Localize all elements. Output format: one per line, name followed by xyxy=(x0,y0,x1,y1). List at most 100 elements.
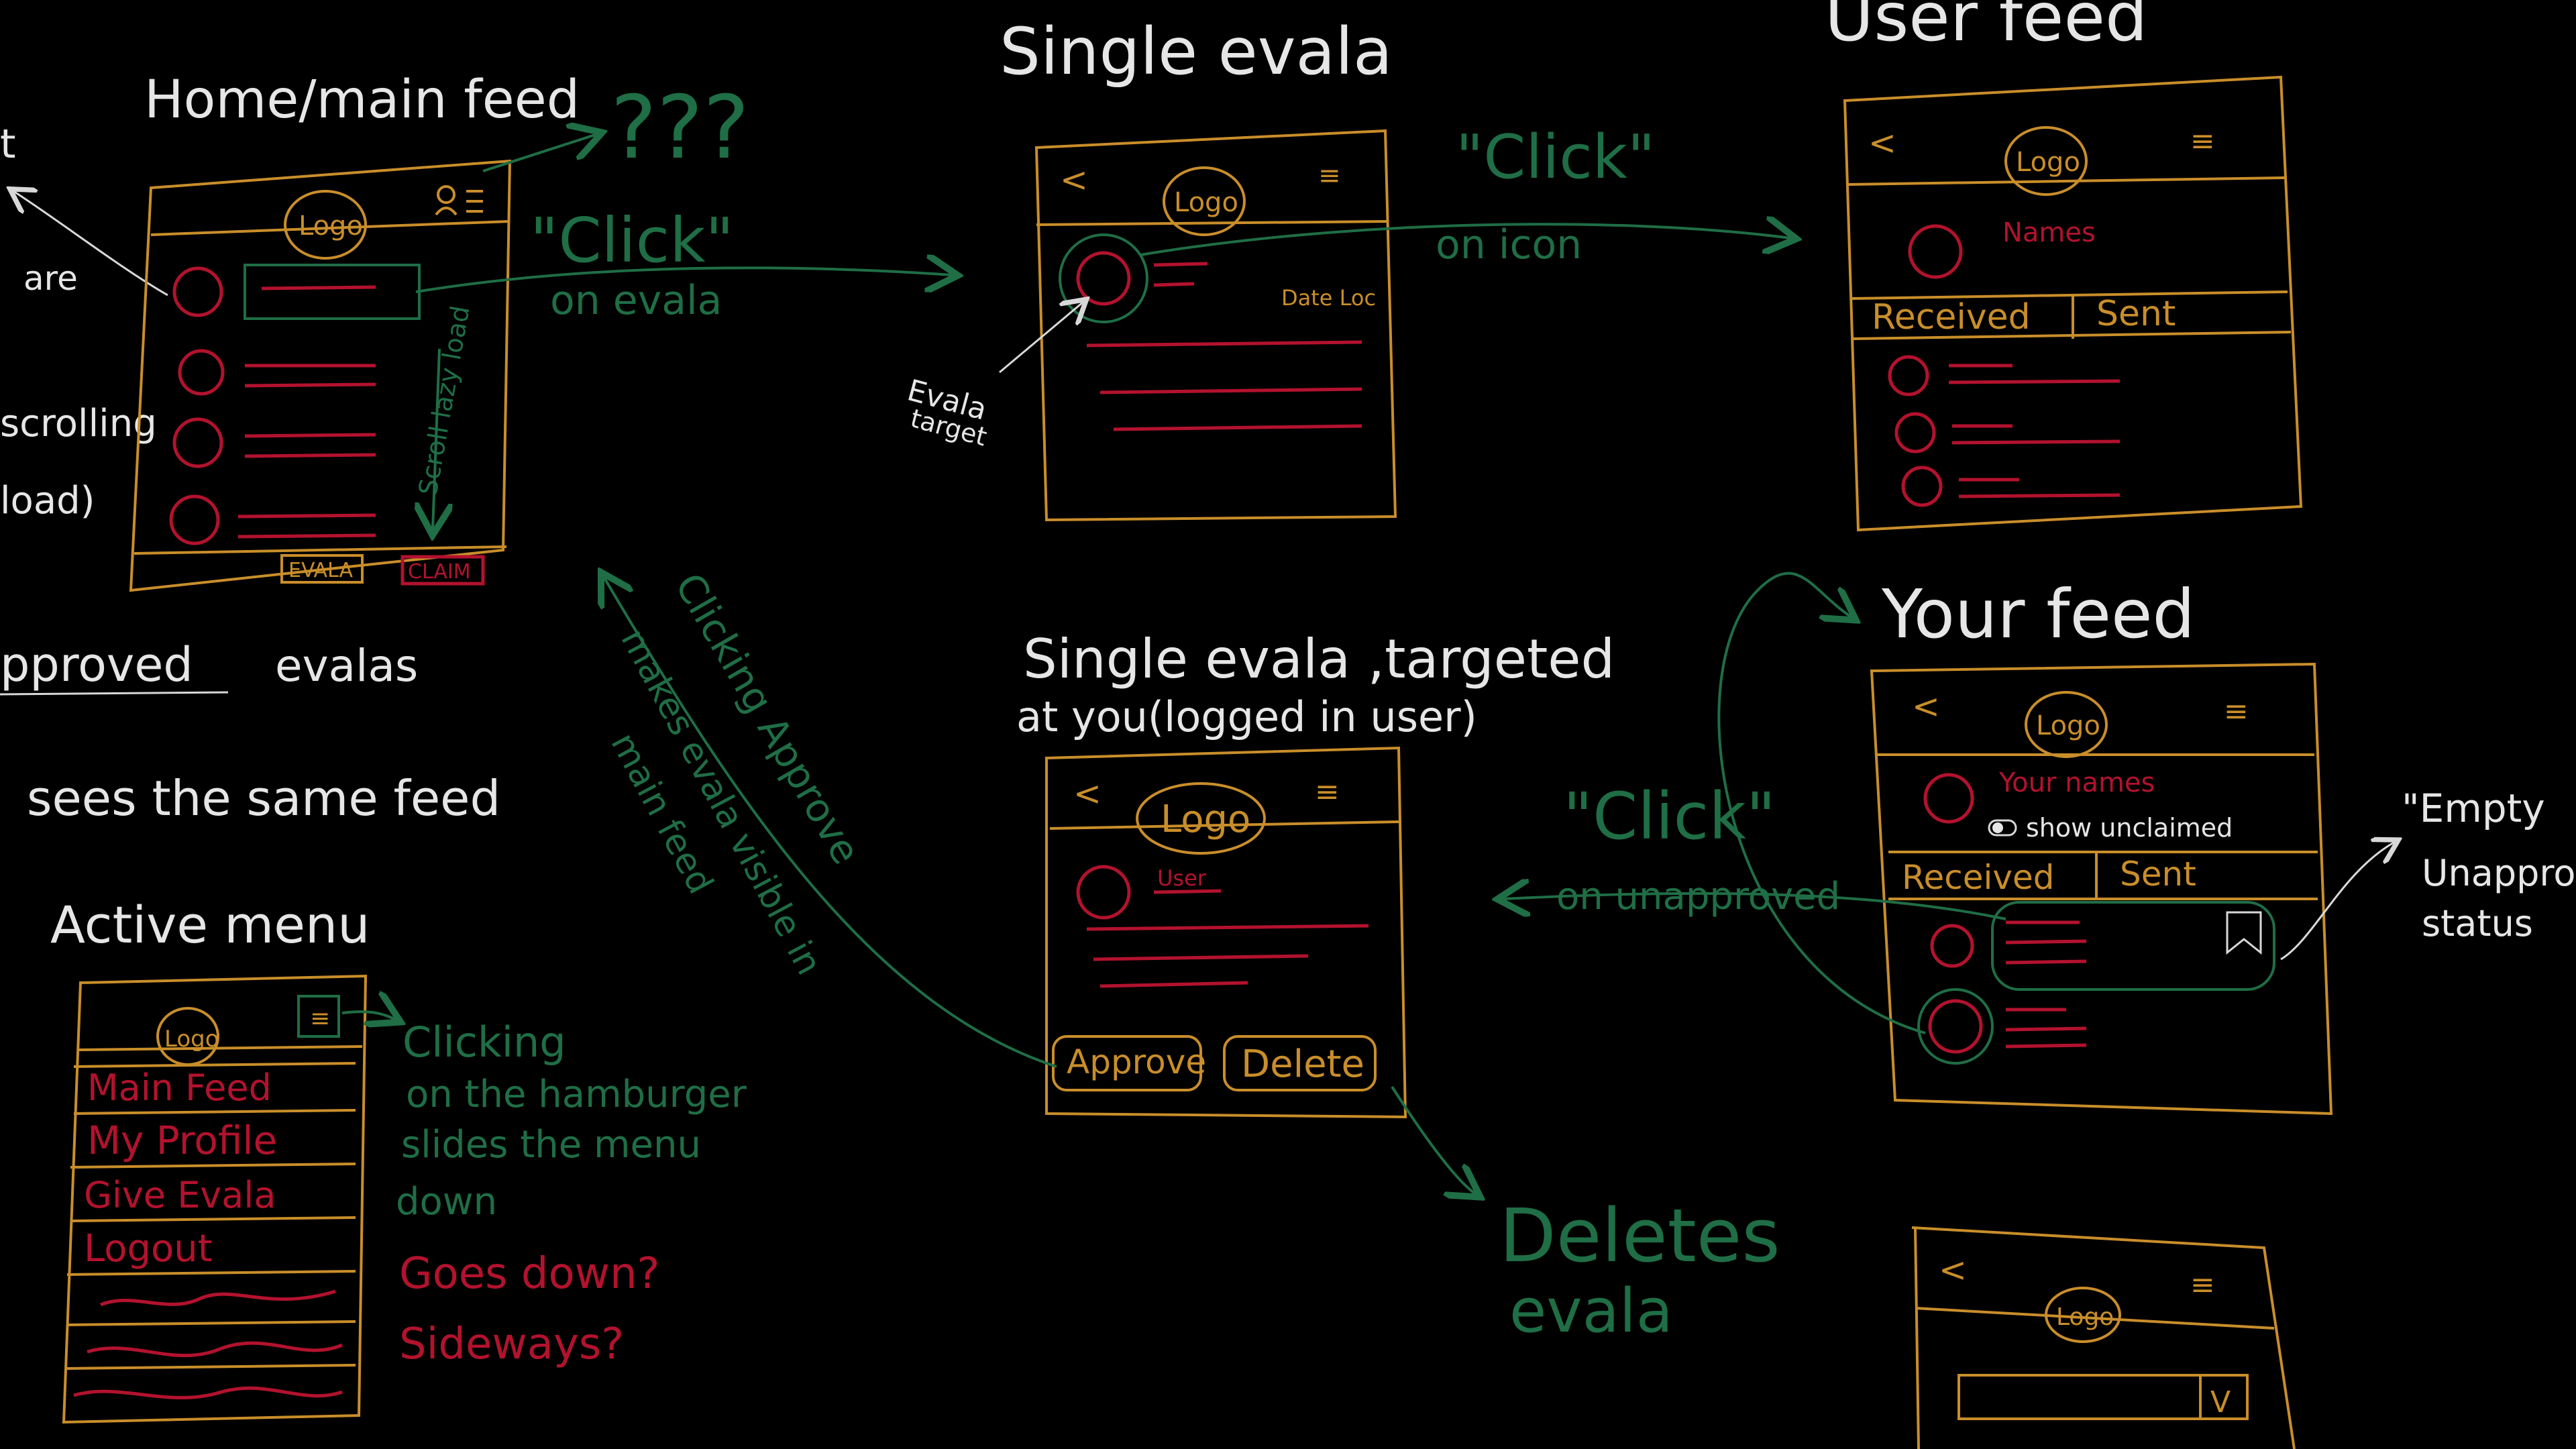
click-evala-2: on evala xyxy=(550,277,722,324)
approved-underline xyxy=(0,691,229,696)
deletes-1: Deletes xyxy=(1499,1193,1780,1279)
targeted-back[interactable]: < xyxy=(1073,774,1102,813)
hamburger-note-1: Clicking xyxy=(402,1018,566,1067)
your-feed-tab-sent[interactable]: Sent xyxy=(2120,855,2196,894)
question-marks: ??? xyxy=(610,76,749,178)
user-feed-section: User feed < Logo ≡ Names Received Sent xyxy=(1825,0,2303,532)
empty-note-2: Unapprov xyxy=(2422,852,2576,894)
click-unapproved-1: "Click" xyxy=(1563,779,1776,854)
hamburger-note-2: on the hamburger xyxy=(406,1073,747,1116)
approve-button-label: Approve xyxy=(1067,1042,1206,1081)
hamburger-icon[interactable]: ≡ xyxy=(310,1005,330,1032)
show-unclaimed-label: show unclaimed xyxy=(2026,813,2233,843)
list-item[interactable] xyxy=(169,494,376,545)
menu-divider xyxy=(66,1270,356,1276)
list-item[interactable] xyxy=(172,417,376,468)
click-icon-2: on icon xyxy=(1436,221,1582,268)
bottom-wireframe: < Logo ≡ V xyxy=(1911,1226,2296,1449)
bottom-menu[interactable]: ≡ xyxy=(2190,1268,2215,1302)
empty-note-1: "Empty xyxy=(2402,786,2545,831)
targeted-heading-1: Single evala ,targeted xyxy=(1023,628,1615,690)
targeted-avatar xyxy=(1076,865,1131,920)
user-feed-tab-sent[interactable]: Sent xyxy=(2096,294,2176,334)
evalas-word: evalas xyxy=(275,640,418,692)
targeted-heading-2: at you(logged in user) xyxy=(1016,692,1477,741)
question-arrow xyxy=(482,134,597,172)
list-item[interactable] xyxy=(1888,355,2121,396)
your-feed-menu[interactable]: ≡ xyxy=(2224,694,2249,729)
targeted-text-line xyxy=(1153,889,1222,894)
menu-item-logout[interactable]: Logout xyxy=(84,1227,213,1271)
user-feed-names: Names xyxy=(2002,217,2096,248)
single-text-line xyxy=(1153,282,1195,287)
delete-button-label: Delete xyxy=(1241,1042,1364,1086)
single-text-line xyxy=(1099,387,1362,394)
empty-status-arrow xyxy=(2280,842,2395,961)
home-feed-heading: Home/main feed xyxy=(144,70,580,130)
target-avatar[interactable] xyxy=(1076,251,1131,306)
claim-button-label: CLAIM xyxy=(408,560,471,584)
targeted-section: Single evala ,targeted at you(logged in … xyxy=(1016,628,1615,1119)
user-feed-heading: User feed xyxy=(1825,0,2147,56)
targeted-logo: Logo xyxy=(1161,798,1250,841)
list-item[interactable] xyxy=(1894,412,2121,453)
home-wireframe: Logo Scroll lazy load EVALA CLAIM xyxy=(129,159,512,592)
bottom-dropdown[interactable] xyxy=(1957,1374,2249,1420)
show-unclaimed-toggle[interactable] xyxy=(1988,819,2017,837)
list-item[interactable] xyxy=(172,264,421,320)
list-item[interactable] xyxy=(178,349,376,396)
note-load: load) xyxy=(0,479,95,523)
goes-down-note: Goes down? xyxy=(399,1249,659,1299)
menu-divider xyxy=(66,1364,356,1370)
menu-item-give-evala[interactable]: Give Evala xyxy=(84,1174,276,1216)
user-feed-back[interactable]: < xyxy=(1868,123,1896,162)
your-feed-tab-received[interactable]: Received xyxy=(1902,858,2055,897)
single-evala-section: Single evala < Logo ≡ Date Loc Evala tar… xyxy=(904,14,1791,522)
your-feed-avatar xyxy=(1923,773,1974,824)
active-menu-section: Active menu Logo ≡ Main Feed My Profile … xyxy=(50,895,370,1424)
bookmark-icon[interactable] xyxy=(2226,911,2262,955)
list-item[interactable] xyxy=(1928,999,2087,1054)
menu-logo: Logo xyxy=(164,1026,219,1053)
single-date-loc: Date Loc xyxy=(1281,285,1376,311)
menu-divider xyxy=(66,1320,356,1326)
home-logo: Logo xyxy=(299,211,363,241)
evala-button-label: EVALA xyxy=(288,559,353,582)
your-feed-back[interactable]: < xyxy=(1912,687,1940,726)
single-text-line xyxy=(1113,424,1362,431)
hamburger-note-3: slides the menu xyxy=(401,1123,701,1167)
empty-note-3: status xyxy=(2422,902,2533,945)
targeted-user: User xyxy=(1157,865,1207,891)
dropdown-caret[interactable]: V xyxy=(2210,1385,2231,1419)
list-item[interactable] xyxy=(1901,466,2121,507)
scroll-note: Scroll lazy load xyxy=(413,303,476,497)
targeted-text-line xyxy=(1093,954,1309,961)
active-menu-heading: Active menu xyxy=(50,895,370,955)
your-feed-names: Your names xyxy=(1998,767,2155,798)
hamburger-note-4: down xyxy=(396,1180,497,1224)
list-item[interactable] xyxy=(1930,920,2087,968)
targeted-menu[interactable]: ≡ xyxy=(1315,775,1340,809)
click-icon-1: "Click" xyxy=(1456,122,1655,193)
user-feed-avatar xyxy=(1908,224,1963,279)
bottom-frame-left xyxy=(1914,1227,1920,1449)
sees-same-feed: sees the same feed xyxy=(27,770,500,826)
bottom-back[interactable]: < xyxy=(1939,1250,1967,1289)
deletes-2: evala xyxy=(1509,1276,1673,1346)
menu-header-line xyxy=(76,1045,363,1051)
scribble xyxy=(87,1341,343,1358)
whiteboard: t are scrolling load) pproved evalas see… xyxy=(0,0,2576,1449)
single-text-line xyxy=(1086,340,1362,347)
user-feed-tab-received[interactable]: Received xyxy=(1872,297,2031,337)
scribble xyxy=(100,1289,336,1307)
user-feed-menu[interactable]: ≡ xyxy=(2190,124,2215,158)
menu-item-my-profile[interactable]: My Profile xyxy=(87,1118,277,1163)
approved-word: pproved xyxy=(0,637,193,692)
menu-item-main-feed[interactable]: Main Feed xyxy=(87,1067,272,1109)
target-highlight xyxy=(1059,233,1148,323)
profile-menu-icon[interactable] xyxy=(435,185,483,216)
menu-divider xyxy=(73,1109,356,1115)
home-feed-list xyxy=(169,264,421,545)
single-menu[interactable]: ≡ xyxy=(1318,160,1341,191)
single-back[interactable]: < xyxy=(1060,160,1088,199)
